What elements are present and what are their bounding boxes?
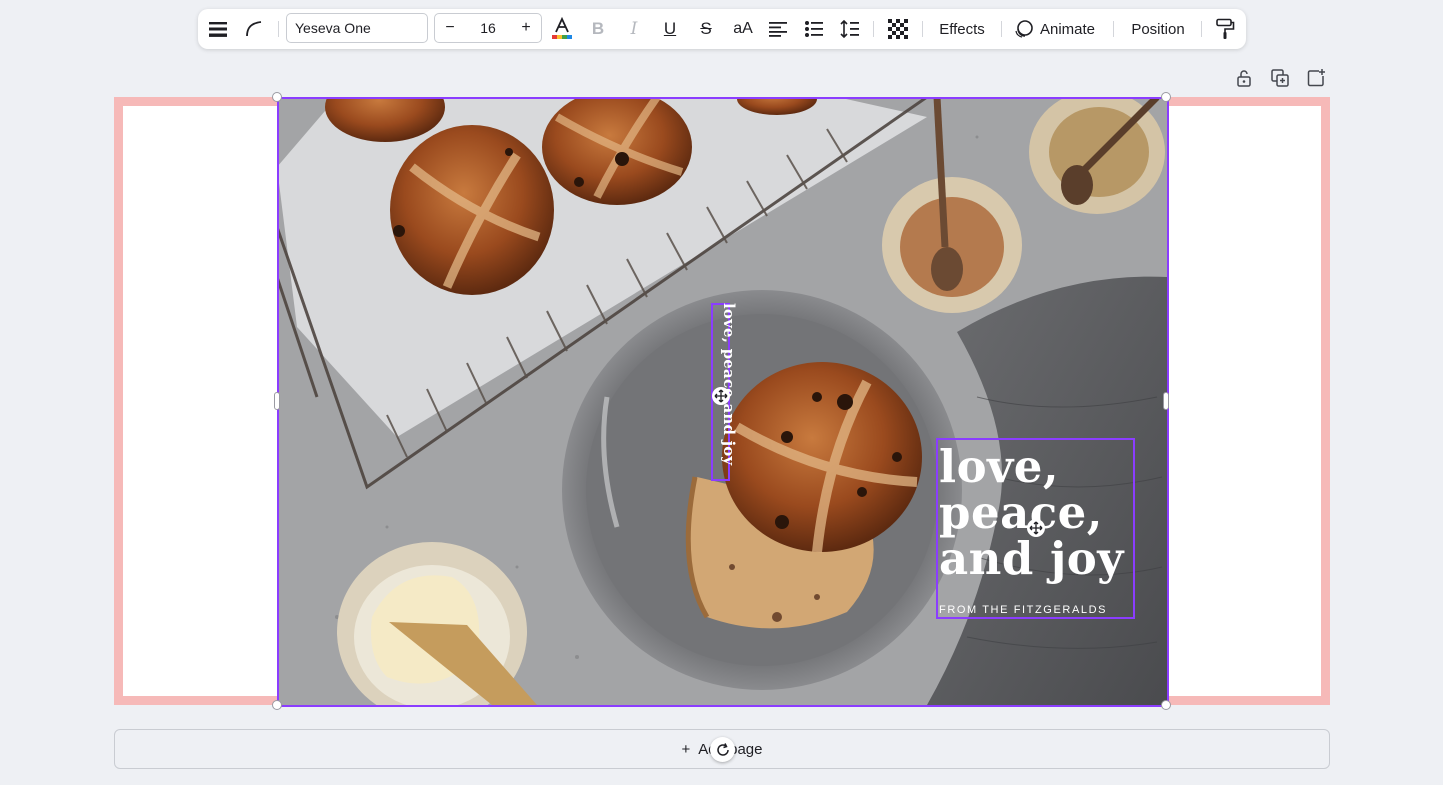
toolbar-divider bbox=[922, 21, 923, 37]
animate-label: Animate bbox=[1040, 20, 1096, 38]
toolbar-divider bbox=[1001, 21, 1002, 37]
resize-handle-left[interactable] bbox=[274, 392, 280, 410]
vertical-text[interactable]: love, peace and joy bbox=[720, 303, 738, 465]
animate-button[interactable]: Animate bbox=[1013, 9, 1103, 49]
bold-button[interactable]: B bbox=[586, 9, 610, 49]
underline-icon: U bbox=[663, 19, 677, 38]
add-element-icon[interactable] bbox=[1306, 68, 1326, 93]
menu-icon[interactable] bbox=[206, 9, 230, 49]
text-toolbar: Yeseva One − 16 + B I U S aA Effects Ani… bbox=[198, 9, 1246, 49]
toolbar-divider bbox=[1201, 21, 1202, 37]
decrease-font-size-button[interactable]: − bbox=[435, 14, 465, 42]
move-icon[interactable] bbox=[712, 387, 730, 405]
italic-icon: I bbox=[630, 19, 638, 39]
bold-icon: B bbox=[591, 19, 605, 38]
position-button[interactable]: Position bbox=[1126, 9, 1190, 49]
font-size-stepper: − 16 + bbox=[434, 13, 542, 43]
toolbar-divider bbox=[1113, 21, 1114, 37]
italic-button[interactable]: I bbox=[622, 9, 646, 49]
bullet-list-icon[interactable] bbox=[802, 9, 826, 49]
text-color-icon bbox=[552, 17, 572, 39]
align-left-icon[interactable] bbox=[766, 9, 790, 49]
font-size-input[interactable]: 16 bbox=[465, 20, 511, 36]
subline-text[interactable]: FROM THE FITZGERALDS bbox=[939, 604, 1107, 616]
animate-icon bbox=[1015, 20, 1033, 38]
duplicate-icon[interactable] bbox=[1270, 68, 1290, 93]
move-icon[interactable] bbox=[1027, 519, 1045, 537]
headline-line-1: love, bbox=[939, 440, 1060, 493]
headline-line-3: and joy bbox=[939, 532, 1124, 585]
transparency-icon[interactable] bbox=[886, 9, 910, 49]
increase-font-size-button[interactable]: + bbox=[511, 14, 541, 42]
resize-handle-top-left[interactable] bbox=[272, 92, 282, 102]
effects-button[interactable]: Effects bbox=[934, 9, 990, 49]
letter-case-icon: aA bbox=[733, 20, 753, 37]
text-color-button[interactable] bbox=[550, 9, 574, 49]
underline-button[interactable]: U bbox=[658, 9, 682, 49]
toolbar-divider bbox=[278, 21, 279, 37]
letter-case-button[interactable]: aA bbox=[728, 9, 758, 49]
unlock-icon[interactable] bbox=[1234, 68, 1254, 93]
line-spacing-icon[interactable] bbox=[838, 9, 862, 49]
resize-handle-bottom-left[interactable] bbox=[272, 700, 282, 710]
rotate-icon[interactable] bbox=[710, 737, 735, 762]
strikethrough-icon: S bbox=[700, 19, 712, 38]
resize-handle-bottom-right[interactable] bbox=[1161, 700, 1171, 710]
resize-handle-top-right[interactable] bbox=[1161, 92, 1171, 102]
curve-text-icon[interactable] bbox=[242, 9, 266, 49]
resize-handle-right[interactable] bbox=[1163, 392, 1169, 410]
plus-icon: + bbox=[681, 740, 691, 758]
toolbar-divider bbox=[873, 21, 874, 37]
headline-text[interactable]: love, peace, and joy bbox=[939, 444, 1135, 582]
font-family-select[interactable]: Yeseva One bbox=[286, 13, 428, 43]
paint-roller-icon[interactable] bbox=[1213, 9, 1237, 49]
strikethrough-button[interactable]: S bbox=[694, 9, 718, 49]
